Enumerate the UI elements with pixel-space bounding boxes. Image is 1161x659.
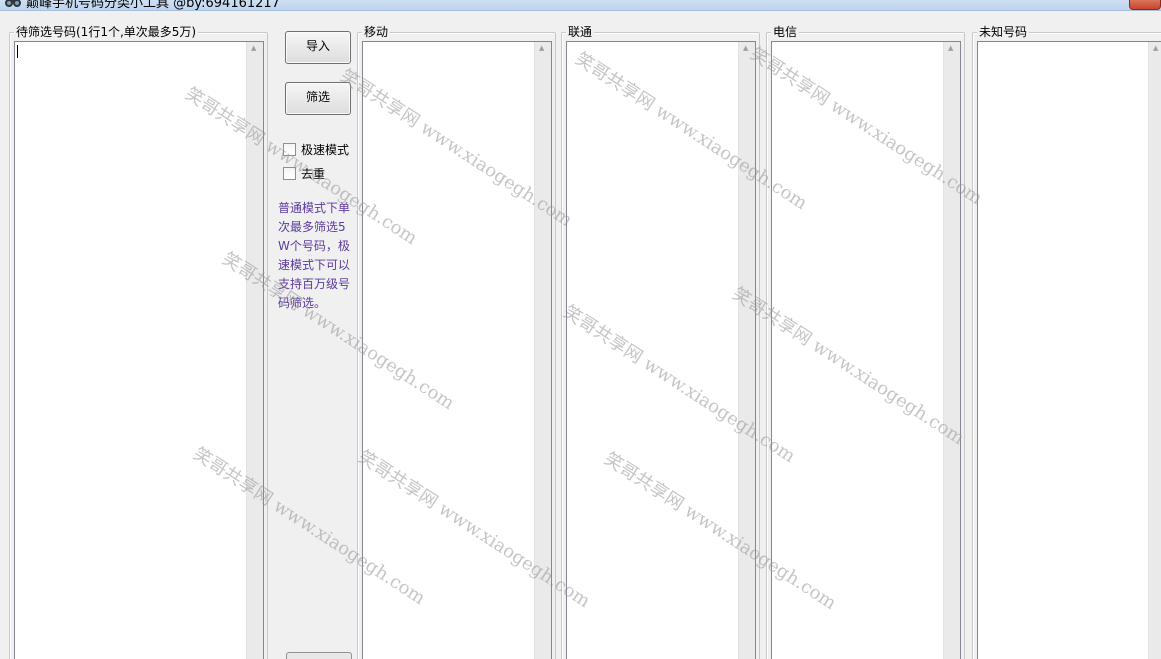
scroll-up-arrow-icon[interactable]: ▲ <box>251 44 256 52</box>
unicom-group-title: 联通 <box>566 24 595 40</box>
unknown-group: 未知号码 ▲ <box>972 24 1161 659</box>
dedupe-label: 去重 <box>301 167 326 181</box>
filter-button[interactable]: 筛选 <box>285 82 351 115</box>
unicom-group: 联通 ▲ <box>561 24 760 659</box>
input-numbers-textarea[interactable]: ▲ <box>14 41 264 659</box>
title-bar: 巅峰手机号码分类小工具 @by:694161217 <box>0 0 1161 11</box>
import-button[interactable]: 导入 <box>285 31 351 64</box>
fast-mode-checkbox[interactable] <box>283 143 296 156</box>
binoculars-icon <box>5 0 21 7</box>
bottom-button[interactable] <box>286 652 352 659</box>
text-caret <box>17 45 18 58</box>
input-group-title: 待筛选号码(1行1个,单次最多5万) <box>14 24 199 40</box>
telecom-scrollbar[interactable]: ▲ <box>943 42 960 659</box>
mobile-scrollbar[interactable]: ▲ <box>534 42 551 659</box>
mobile-numbers-textarea[interactable]: ▲ <box>362 41 552 659</box>
input-numbers-group: 待筛选号码(1行1个,单次最多5万) ▲ <box>9 24 268 659</box>
window-title: 巅峰手机号码分类小工具 @by:694161217 <box>26 0 280 11</box>
app-window: 巅峰手机号码分类小工具 @by:694161217 待筛选号码(1行1个,单次最… <box>0 0 1161 659</box>
fast-mode-checkbox-row[interactable]: 极速模式 <box>283 142 349 158</box>
scroll-up-arrow-icon[interactable]: ▲ <box>539 44 544 52</box>
telecom-group: 电信 ▲ <box>766 24 965 659</box>
unicom-numbers-textarea[interactable]: ▲ <box>566 41 756 659</box>
unknown-group-title: 未知号码 <box>977 24 1030 40</box>
unknown-scrollbar[interactable]: ▲ <box>1148 42 1161 659</box>
telecom-group-title: 电信 <box>771 24 800 40</box>
unknown-numbers-textarea[interactable]: ▲ <box>977 41 1161 659</box>
mobile-group-title: 移动 <box>362 24 391 40</box>
mobile-group: 移动 ▲ <box>357 24 556 659</box>
fast-mode-label: 极速模式 <box>301 143 350 157</box>
dedupe-checkbox[interactable] <box>283 167 296 180</box>
scroll-up-arrow-icon[interactable]: ▲ <box>1153 44 1158 52</box>
telecom-numbers-textarea[interactable]: ▲ <box>771 41 961 659</box>
mode-note: 普通模式下单次最多筛选5W个号码，极速模式下可以支持百万级号码筛选。 <box>278 201 351 310</box>
unicom-scrollbar[interactable]: ▲ <box>738 42 755 659</box>
close-button[interactable] <box>1129 0 1161 10</box>
dedupe-checkbox-row[interactable]: 去重 <box>283 166 325 182</box>
scroll-up-arrow-icon[interactable]: ▲ <box>743 44 748 52</box>
input-scrollbar[interactable]: ▲ <box>246 42 263 659</box>
scroll-up-arrow-icon[interactable]: ▲ <box>948 44 953 52</box>
